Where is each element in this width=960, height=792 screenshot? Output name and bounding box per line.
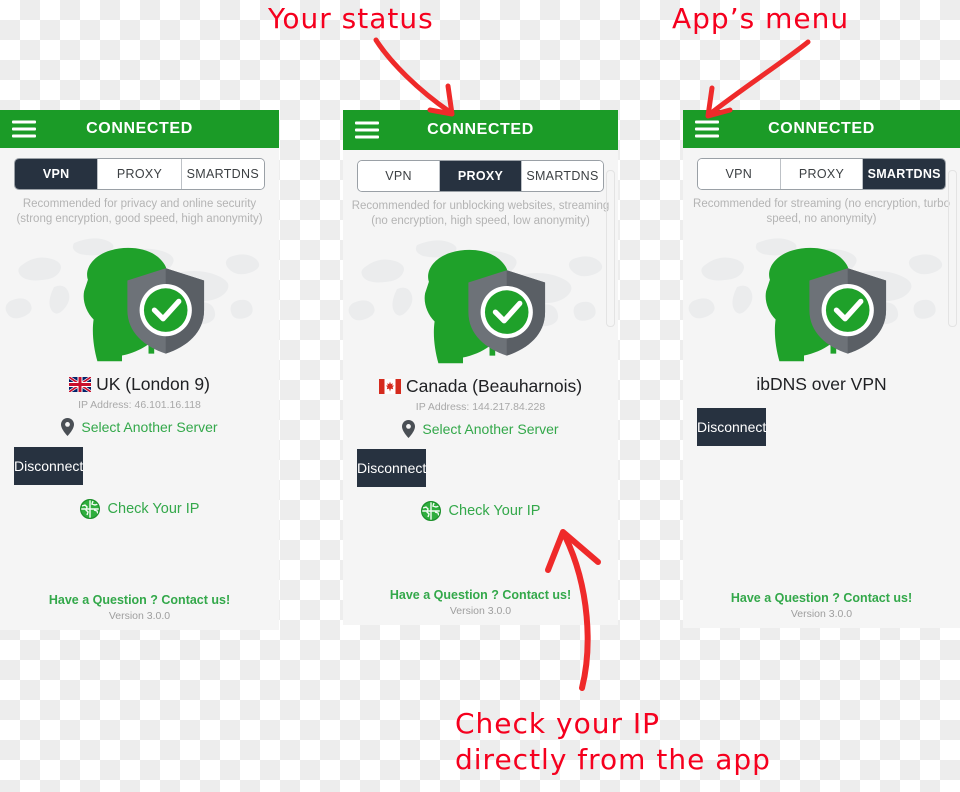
smartdns-screen-panel: CONNECTED VPN PROXY SMARTDNS Recommended… (683, 110, 960, 628)
server-location-label: ibDNS over VPN (756, 374, 887, 394)
location-pin-icon (61, 418, 75, 436)
ip-address-label: IP Address: 46.101.16.118 (78, 399, 201, 411)
hero-logo-area (683, 235, 960, 370)
tab-smartdns[interactable]: SMARTDNS (522, 161, 603, 191)
annotation-apps-menu: App’s menu (672, 2, 850, 35)
disconnect-button[interactable]: Disconnect (697, 408, 767, 446)
hamburger-menu-icon[interactable] (355, 121, 379, 139)
server-location-label: Canada (Beauharnois) (405, 376, 583, 396)
detective-shield-check-icon (424, 249, 556, 364)
annotation-check-your-ip-line1: Check your IP (455, 707, 661, 740)
mode-description: Recommended for privacy and online secur… (16, 198, 263, 225)
tab-proxy[interactable]: PROXY (98, 159, 182, 189)
tab-smartdns[interactable]: SMARTDNS (181, 159, 264, 189)
proxy-screen-panel: CONNECTED VPN PROXY SMARTDNS Recommended… (343, 110, 618, 625)
tab-proxy[interactable]: PROXY (440, 161, 522, 191)
check-your-ip-label: Check Your IP (448, 503, 541, 519)
select-another-server-label: Select Another Server (81, 419, 218, 435)
app-title-bar: CONNECTED (343, 110, 618, 150)
canada-flag-icon (378, 379, 401, 394)
server-location-row: Canada (Beauharnois) (343, 376, 618, 397)
panel-footer: Have a Question ? Contact us! Version 3.… (683, 591, 960, 620)
location-pin-icon (402, 420, 416, 438)
annotation-check-your-ip-line2: directly from the app (455, 743, 771, 776)
hero-logo-area (0, 235, 279, 370)
hero-logo-area (343, 237, 618, 372)
tab-vpn[interactable]: VPN (358, 161, 440, 191)
globe-icon (79, 499, 100, 519)
tab-vpn[interactable]: VPN (15, 159, 99, 189)
hamburger-menu-icon[interactable] (12, 120, 36, 138)
check-your-ip-button[interactable]: Check Your IP (343, 501, 618, 521)
mode-selector: VPN PROXY SMARTDNS (343, 150, 618, 192)
check-your-ip-button[interactable]: Check Your IP (0, 499, 279, 519)
mode-selector: VPN PROXY SMARTDNS (683, 148, 960, 190)
annotation-check-your-ip: Check your IP directly from the app (455, 706, 771, 778)
globe-icon (420, 501, 441, 521)
panel-footer: Have a Question ? Contact us! Version 3.… (0, 593, 279, 622)
contact-us-link[interactable]: Have a Question ? Contact us! (0, 593, 279, 607)
connection-status-title: CONNECTED (768, 120, 875, 137)
app-version-label: Version 3.0.0 (449, 605, 512, 617)
check-your-ip-label: Check Your IP (107, 501, 200, 517)
tab-proxy[interactable]: PROXY (780, 159, 864, 189)
connection-status-title: CONNECTED (427, 121, 534, 138)
server-location-row: UK (London 9) (0, 374, 279, 395)
panel-footer: Have a Question ? Contact us! Version 3.… (343, 588, 618, 617)
hamburger-menu-icon[interactable] (695, 120, 719, 138)
select-another-server-button[interactable]: Select Another Server (343, 420, 618, 438)
disconnect-button[interactable]: Disconnect (14, 447, 84, 485)
detective-shield-check-icon (765, 247, 897, 362)
select-another-server-label: Select Another Server (422, 421, 559, 437)
vpn-screen-panel: CONNECTED VPN PROXY SMARTDNS Recommended… (0, 110, 279, 630)
tab-vpn[interactable]: VPN (698, 159, 781, 189)
mode-selector: VPN PROXY SMARTDNS (0, 148, 279, 190)
detective-shield-check-icon (83, 247, 215, 362)
connection-status-title: CONNECTED (86, 120, 193, 137)
uk-flag-icon (69, 377, 91, 392)
select-another-server-button[interactable]: Select Another Server (0, 418, 279, 436)
app-title-bar: CONNECTED (0, 110, 279, 148)
app-version-label: Version 3.0.0 (790, 608, 853, 620)
app-title-bar: CONNECTED (683, 110, 960, 148)
server-location-row: ibDNS over VPN (683, 374, 960, 395)
app-version-label: Version 3.0.0 (108, 610, 171, 622)
mode-description: Recommended for streaming (no encryption… (693, 198, 950, 225)
disconnect-button[interactable]: Disconnect (357, 449, 427, 487)
tab-smartdns[interactable]: SMARTDNS (863, 159, 945, 189)
annotation-your-status: Your status (268, 2, 434, 35)
ip-address-label: IP Address: 144.217.84.228 (415, 401, 546, 413)
contact-us-link[interactable]: Have a Question ? Contact us! (683, 591, 960, 605)
mode-description: Recommended for unblocking websites, str… (351, 200, 610, 227)
contact-us-link[interactable]: Have a Question ? Contact us! (343, 588, 618, 602)
server-location-label: UK (London 9) (96, 374, 210, 394)
